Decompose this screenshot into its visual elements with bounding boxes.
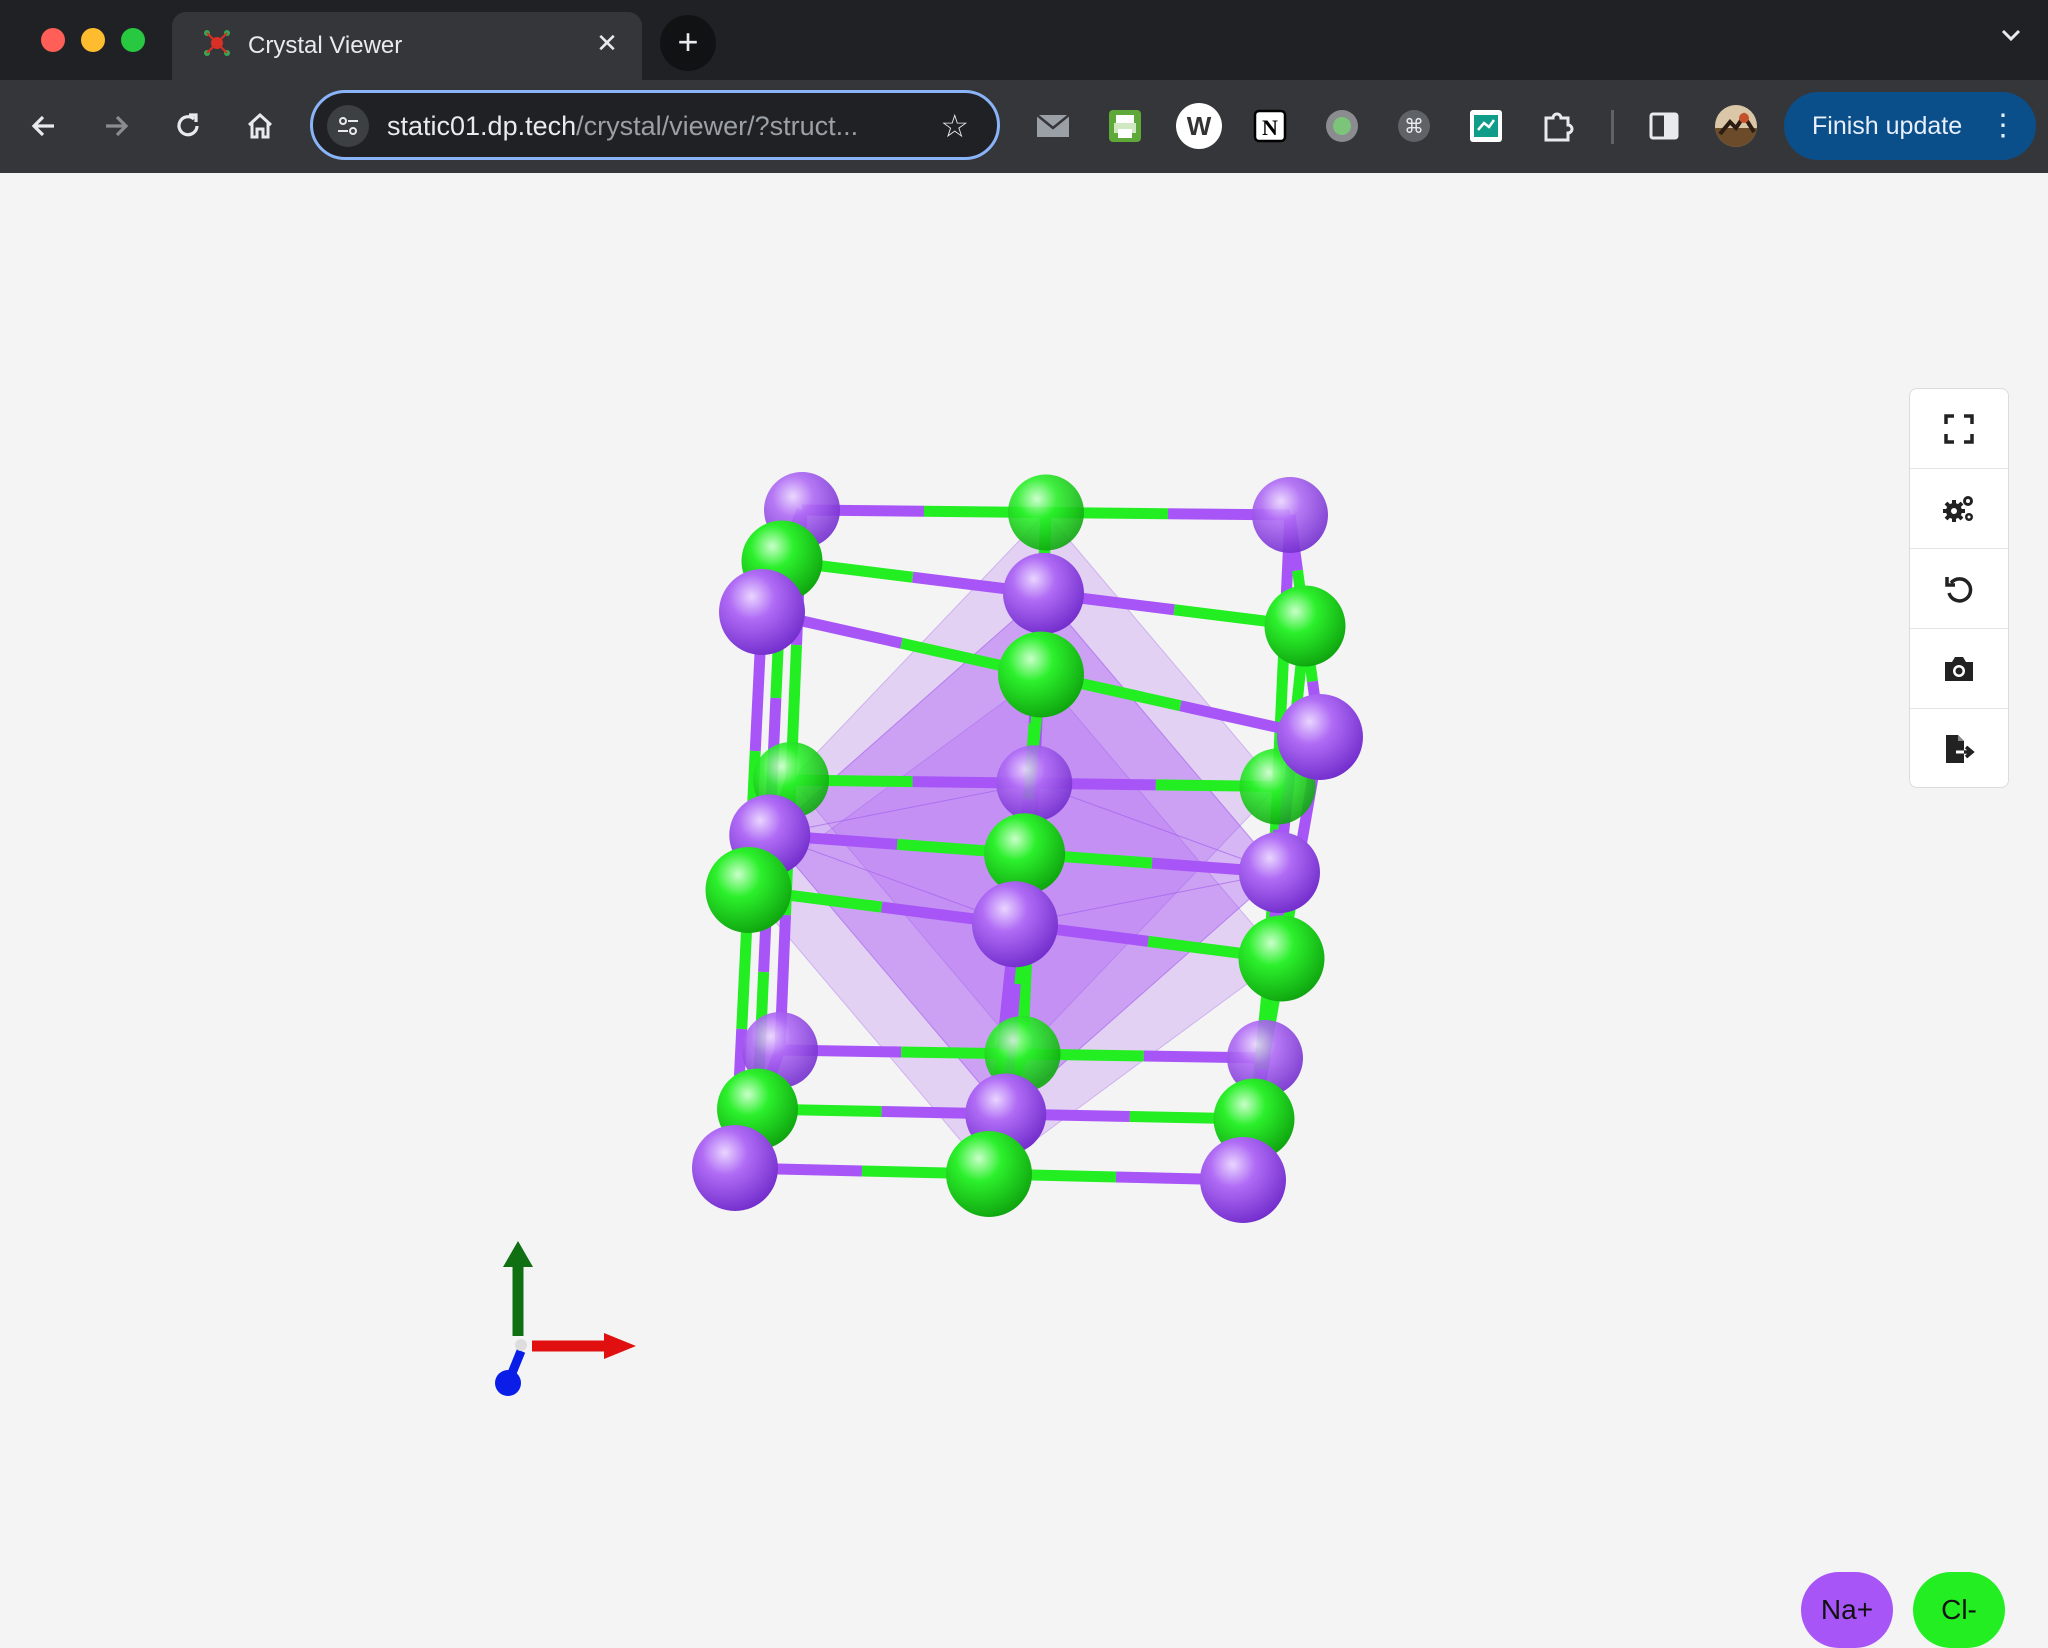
tune-icon xyxy=(338,117,358,135)
na-atom[interactable] xyxy=(692,1125,778,1211)
crystal-viewer-canvas[interactable]: Na+ Cl- xyxy=(0,173,2048,1648)
svg-text:W: W xyxy=(1187,111,1212,141)
back-button[interactable] xyxy=(16,98,72,154)
forward-arrow-icon xyxy=(106,115,129,137)
na-atom[interactable] xyxy=(972,881,1058,968)
settings-button[interactable] xyxy=(1910,469,2008,549)
na-atom[interactable] xyxy=(1003,553,1084,634)
side-panel-icon[interactable] xyxy=(1644,106,1684,146)
wordtune-extension-icon[interactable]: W xyxy=(1175,102,1223,150)
fullscreen-icon xyxy=(1944,413,1974,444)
cl-atom[interactable] xyxy=(946,1131,1032,1217)
export-button[interactable] xyxy=(1910,709,2008,787)
gmail-extension-icon[interactable] xyxy=(1033,106,1073,146)
crystal-favicon-icon xyxy=(204,30,230,56)
bookmark-star-icon[interactable]: ☆ xyxy=(940,107,969,145)
cl-atom[interactable] xyxy=(1238,915,1325,1002)
y-axis-arrow xyxy=(503,1241,533,1267)
axes-helper xyxy=(495,1241,636,1396)
printer-extension-icon[interactable] xyxy=(1105,106,1145,146)
forward-button[interactable] xyxy=(88,98,144,154)
na-atom[interactable] xyxy=(1277,694,1363,780)
tab-strip: Crystal Viewer ✕ + xyxy=(0,0,2048,80)
address-bar[interactable]: static01.dp.tech/crystal/viewer/?struct.… xyxy=(310,90,1000,160)
notion-extension-icon[interactable]: N xyxy=(1250,106,1290,146)
atoms xyxy=(692,472,1363,1223)
tab-search-chevron-icon[interactable] xyxy=(1998,22,2024,55)
legend-na-label: Na+ xyxy=(1820,1594,1874,1625)
minimize-window-button[interactable] xyxy=(81,28,105,52)
reset-view-button[interactable] xyxy=(1910,549,2008,629)
cl-atom[interactable] xyxy=(705,847,792,933)
cl-atom[interactable] xyxy=(998,631,1084,718)
z-axis-tip xyxy=(495,1370,521,1396)
toolbar-divider xyxy=(1611,110,1614,144)
teal-extension-icon[interactable] xyxy=(1466,106,1506,146)
home-button[interactable] xyxy=(232,98,288,154)
cl-atom[interactable] xyxy=(1008,474,1084,551)
back-arrow-icon xyxy=(31,115,54,137)
browser-chrome: Crystal Viewer ✕ + static01.dp.tech/crys xyxy=(0,0,2048,173)
settings-gears-icon xyxy=(1943,495,1973,522)
export-file-icon xyxy=(1946,734,1975,763)
tab-title: Crystal Viewer xyxy=(248,32,403,59)
legend-na[interactable]: Na+ xyxy=(1801,1572,1893,1648)
cl-atom[interactable] xyxy=(1264,585,1346,667)
cl-atom[interactable] xyxy=(984,813,1066,895)
site-info-button[interactable] xyxy=(327,105,369,147)
finish-update-label: Finish update xyxy=(1812,112,1963,140)
screenshot-button[interactable] xyxy=(1910,629,2008,709)
profile-avatar[interactable] xyxy=(1714,104,1758,148)
na-atom[interactable] xyxy=(1239,832,1320,913)
na-atom[interactable] xyxy=(719,569,805,655)
new-tab-button[interactable]: + xyxy=(660,15,716,71)
record-extension-icon[interactable] xyxy=(1322,106,1362,146)
na-atom[interactable] xyxy=(1200,1137,1286,1223)
camera-icon xyxy=(1945,656,1973,681)
command-extension-icon[interactable]: ⌘ xyxy=(1394,106,1434,146)
close-tab-icon[interactable]: ✕ xyxy=(590,26,624,60)
home-icon xyxy=(247,112,273,139)
svg-text:N: N xyxy=(1262,115,1278,140)
viewer-toolbar xyxy=(1909,388,2009,788)
legend-cl[interactable]: Cl- xyxy=(1913,1572,2005,1648)
url-text: static01.dp.tech/crystal/viewer/?struct.… xyxy=(387,111,858,142)
finish-update-button[interactable]: Finish update ⋮ xyxy=(1784,92,2036,160)
extensions-puzzle-icon[interactable] xyxy=(1538,106,1578,146)
na-atom[interactable] xyxy=(996,745,1073,822)
url-path: /crystal/viewer/?struct... xyxy=(576,111,859,141)
reset-view-icon xyxy=(1945,576,1973,603)
reload-icon xyxy=(177,113,199,137)
axes-origin xyxy=(515,1339,527,1351)
crystal-structure[interactable] xyxy=(0,173,2048,1604)
x-axis-arrow xyxy=(604,1333,636,1359)
close-window-button[interactable] xyxy=(41,28,65,52)
legend-cl-label: Cl- xyxy=(1941,1594,1977,1625)
tab-crystal-viewer[interactable]: Crystal Viewer ✕ xyxy=(172,12,642,80)
fullscreen-button[interactable] xyxy=(1910,389,2008,469)
maximize-window-button[interactable] xyxy=(121,28,145,52)
na-atom[interactable] xyxy=(1252,477,1328,553)
svg-text:⌘: ⌘ xyxy=(1404,114,1424,138)
url-host: static01.dp.tech xyxy=(387,111,577,141)
more-menu-icon[interactable]: ⋮ xyxy=(1988,106,2018,146)
reload-button[interactable] xyxy=(160,98,216,154)
